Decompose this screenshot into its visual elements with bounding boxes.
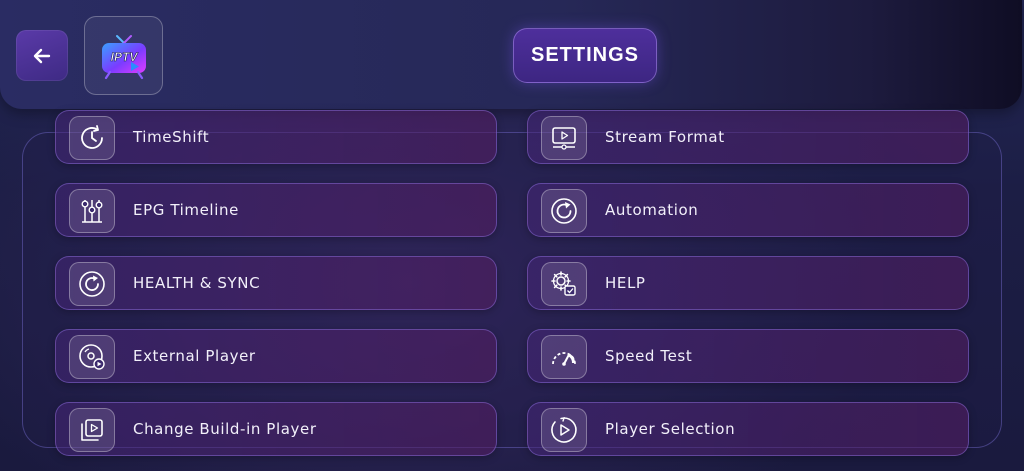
setting-item-epg-timeline[interactable]: EPG Timeline xyxy=(55,183,497,237)
setting-item-automation[interactable]: Automation xyxy=(527,183,969,237)
play-stack-icon xyxy=(69,408,115,452)
clock-history-icon xyxy=(69,116,115,160)
gear-help-icon xyxy=(541,262,587,306)
setting-label: Automation xyxy=(605,201,699,219)
setting-label: Player Selection xyxy=(605,420,736,438)
setting-label: HELP xyxy=(605,274,646,292)
setting-item-help[interactable]: HELP xyxy=(527,256,969,310)
setting-label: Speed Test xyxy=(605,347,693,365)
play-circle-icon xyxy=(541,408,587,452)
setting-label: Change Build-in Player xyxy=(133,420,317,438)
setting-item-external-player[interactable]: External Player xyxy=(55,329,497,383)
page-title: SETTINGS xyxy=(513,28,657,83)
setting-item-player-selection[interactable]: Player Selection xyxy=(527,402,969,456)
tv-logo-icon: IPTV xyxy=(101,34,146,79)
app-logo: IPTV xyxy=(84,16,163,95)
setting-item-change-build-in-player[interactable]: Change Build-in Player xyxy=(55,402,497,456)
monitor-play-icon xyxy=(541,116,587,160)
speedometer-icon xyxy=(541,335,587,379)
svg-text:IPTV: IPTV xyxy=(110,50,138,64)
timeline-sliders-icon xyxy=(69,189,115,233)
setting-label: TimeShift xyxy=(133,128,210,146)
setting-item-stream-format[interactable]: Stream Format xyxy=(527,110,969,164)
disc-player-icon xyxy=(69,335,115,379)
setting-item-speed-test[interactable]: Speed Test xyxy=(527,329,969,383)
arrow-left-icon xyxy=(31,45,53,67)
back-button[interactable] xyxy=(16,30,68,81)
setting-label: HEALTH & SYNC xyxy=(133,274,261,292)
refresh-cycle-icon xyxy=(541,189,587,233)
setting-label: External Player xyxy=(133,347,256,365)
sync-refresh-icon xyxy=(69,262,115,306)
setting-item-timeshift[interactable]: TimeShift xyxy=(55,110,497,164)
setting-item-health-sync[interactable]: HEALTH & SYNC xyxy=(55,256,497,310)
setting-label: Stream Format xyxy=(605,128,725,146)
setting-label: EPG Timeline xyxy=(133,201,239,219)
